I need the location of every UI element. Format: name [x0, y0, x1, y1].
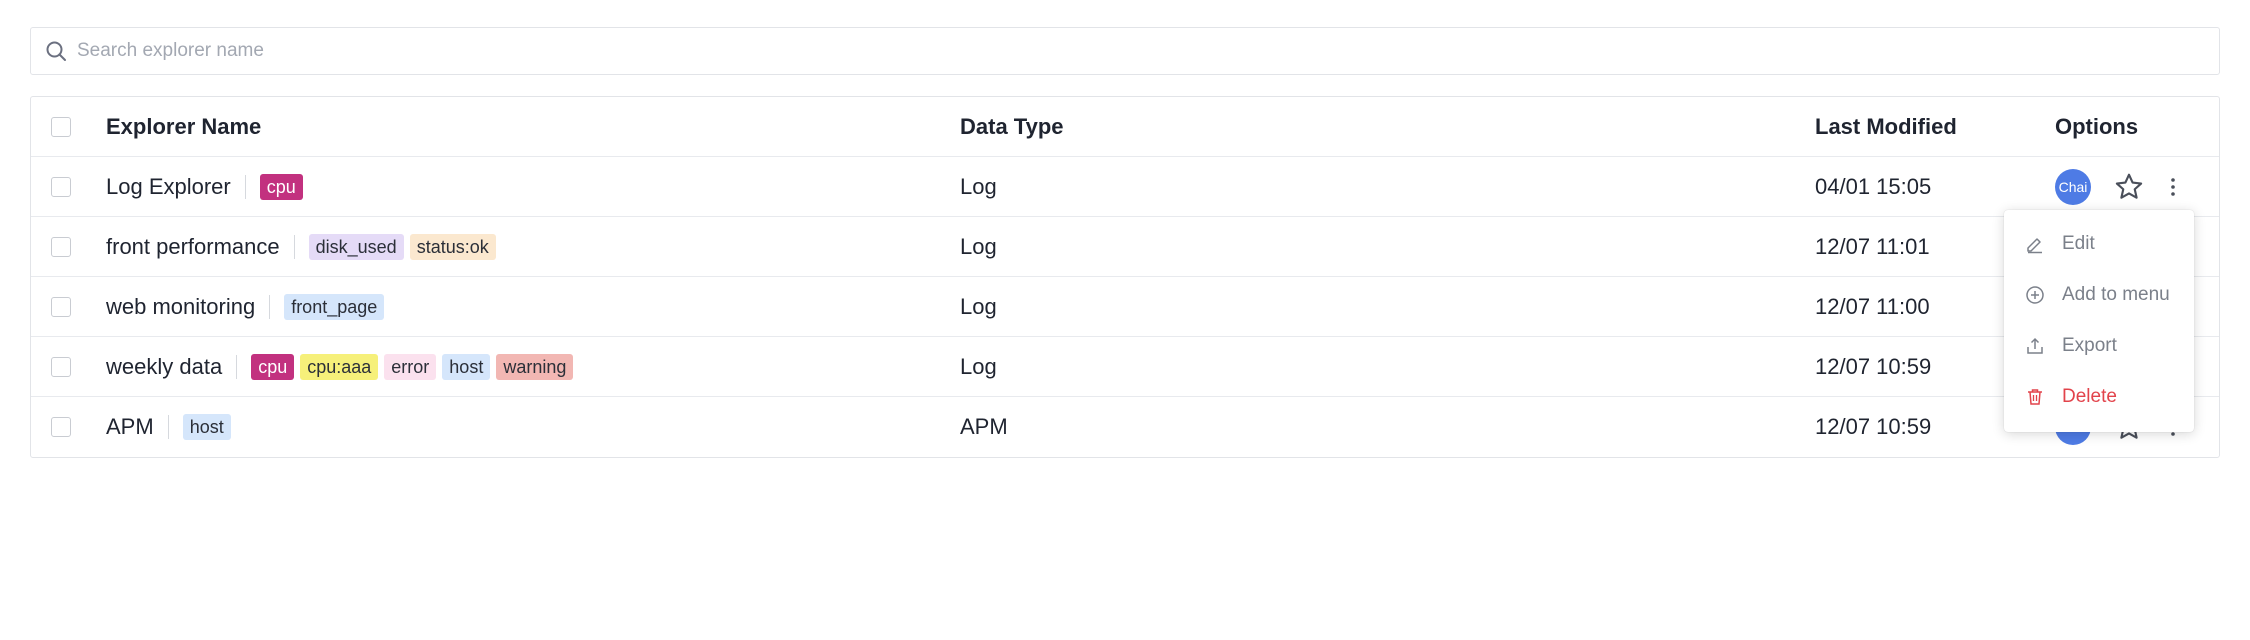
menu-item-export[interactable]: Export	[2004, 320, 2194, 371]
data-type: Log	[960, 354, 997, 379]
tag-badge[interactable]: disk_used	[308, 234, 404, 260]
tag-badge[interactable]: status:ok	[409, 234, 496, 260]
tag-badge[interactable]: cpu:aaa	[300, 354, 379, 380]
menu-item-edit[interactable]: Edit	[2004, 218, 2194, 269]
row-checkbox[interactable]	[51, 357, 71, 377]
menu-item-label: Edit	[2062, 232, 2095, 254]
table-row[interactable]: Log Explorer cpu Log 04/01 15:05 Chai	[31, 157, 2219, 217]
menu-item-delete[interactable]: Delete	[2004, 371, 2194, 422]
avatar: Chai	[2055, 169, 2091, 205]
name-separator	[293, 235, 295, 259]
menu-item-label: Delete	[2062, 385, 2117, 407]
last-modified: 12/07 11:01	[1815, 234, 1930, 259]
row-checkbox[interactable]	[51, 237, 71, 257]
name-separator	[236, 355, 238, 379]
row-checkbox[interactable]	[51, 297, 71, 317]
table-row[interactable]: front performance disk_used status:ok Log 12…	[31, 217, 2219, 277]
tag-badge[interactable]: host	[442, 354, 491, 380]
data-type: Log	[960, 174, 997, 199]
header-data-type[interactable]: Data Type	[960, 97, 1064, 157]
last-modified: 12/07 11:00	[1815, 294, 1930, 319]
tag-badge[interactable]: cpu	[251, 354, 295, 380]
explorer-name[interactable]: front performance	[106, 234, 280, 260]
header-options: Options	[2055, 114, 2139, 139]
table-header-row: Explorer Name Data Type Last Modified Op…	[31, 97, 2219, 157]
menu-item-add-to-menu[interactable]: Add to menu	[2004, 269, 2194, 320]
explorer-name[interactable]: APM	[106, 414, 154, 440]
more-options-icon[interactable]	[2163, 169, 2183, 205]
table-row[interactable]: APMhostAPM12/07 10:59Chai	[31, 397, 2219, 457]
row-options-menu: Edit Add to menu Export Delete	[2004, 210, 2194, 432]
last-modified: 12/07 10:59	[1815, 354, 1932, 379]
table-row[interactable]: weekly data cpu cpu:aaa error host warning Log…	[31, 337, 2219, 397]
last-modified: 04/01 15:05	[1815, 174, 1932, 199]
data-type: APM	[960, 414, 1008, 439]
tag-badge[interactable]: cpu	[259, 174, 303, 200]
table-row[interactable]: web monitoringfront_pageLog12/07 11:00Ch…	[31, 277, 2219, 337]
menu-item-label: Export	[2062, 334, 2117, 356]
explorer-table: Explorer Name Data Type Last Modified Op…	[30, 96, 2220, 458]
search-icon	[43, 38, 69, 64]
data-type: Log	[960, 234, 997, 259]
export-icon	[2024, 335, 2046, 357]
trash-icon	[2024, 386, 2046, 408]
tag-badge[interactable]: warning	[496, 354, 574, 380]
header-explorer-name[interactable]: Explorer Name	[106, 97, 261, 157]
explorer-name[interactable]: Log Explorer	[106, 174, 231, 200]
row-checkbox[interactable]	[51, 417, 71, 437]
row-checkbox[interactable]	[51, 177, 71, 197]
name-separator	[244, 175, 246, 199]
header-last-modified[interactable]: Last Modified	[1815, 97, 1957, 157]
plus-circle-icon	[2024, 284, 2046, 306]
pencil-icon	[2024, 233, 2046, 255]
search-input[interactable]	[77, 28, 2219, 74]
name-separator	[167, 415, 169, 439]
tag-badge[interactable]: host	[182, 414, 231, 440]
star-icon[interactable]	[2111, 169, 2147, 205]
explorer-name[interactable]: weekly data	[106, 354, 222, 380]
last-modified: 12/07 10:59	[1815, 414, 1932, 439]
tag-badge[interactable]: front_page	[284, 294, 385, 320]
select-all-checkbox[interactable]	[51, 117, 71, 137]
data-type: Log	[960, 294, 997, 319]
search-bar	[30, 27, 2220, 75]
name-separator	[269, 295, 271, 319]
menu-item-label: Add to menu	[2062, 283, 2170, 305]
explorer-name[interactable]: web monitoring	[106, 294, 255, 320]
tag-badge[interactable]: error	[384, 354, 437, 380]
